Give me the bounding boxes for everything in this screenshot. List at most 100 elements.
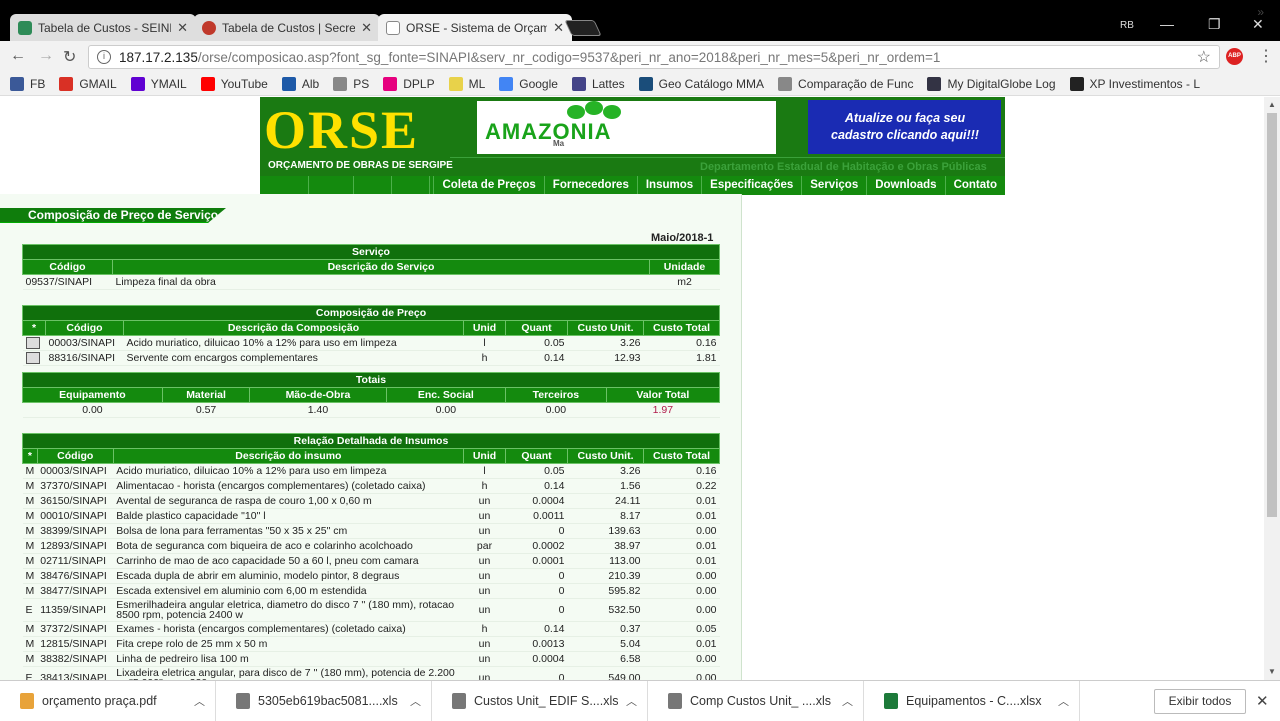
row-codigo[interactable]: 38476/SINAPI [37, 568, 114, 584]
row-codigo[interactable]: 38382/SINAPI [37, 651, 114, 667]
minimize-icon[interactable]: — [1160, 16, 1174, 32]
row-descricao: Fita crepe rolo de 25 mm x 50 m [113, 636, 464, 652]
row-codigo[interactable]: 00003/SINAPI [37, 463, 114, 479]
row-custo-total: 0.16 [643, 463, 720, 479]
scroll-down-icon[interactable]: ▼ [1268, 667, 1276, 676]
chevron-up-icon[interactable]: ︿ [1058, 693, 1069, 709]
close-downloads-icon[interactable]: ✕ [1256, 692, 1269, 710]
row-codigo[interactable]: 02711/SINAPI [37, 553, 114, 569]
row-codigo[interactable]: 88316/SINAPI [45, 350, 124, 367]
profile-label[interactable]: RB [1120, 20, 1134, 31]
chevron-up-icon[interactable]: ︿ [194, 693, 205, 709]
bookmark-item[interactable]: XP Investimentos - L [1069, 76, 1200, 91]
bookmark-item[interactable]: Lattes [571, 76, 625, 91]
table-row[interactable]: M 38382/SINAPI Linha de pedreiro lisa 100 … [22, 651, 720, 667]
table-row[interactable]: 88316/SINAPI Servente com encargos comple… [22, 350, 720, 367]
row-codigo[interactable]: 36150/SINAPI [37, 493, 114, 509]
adblock-extension-icon[interactable]: ABP [1226, 48, 1243, 65]
download-item[interactable]: Comp Custos Unit_ ....xls ︿ [648, 680, 864, 721]
chevron-up-icon[interactable]: ︿ [626, 693, 637, 709]
close-icon[interactable]: ✕ [177, 20, 188, 36]
browser-menu-icon[interactable]: ⋮ [1258, 46, 1274, 66]
tab-seinfra[interactable]: Tabela de Custos - SEINFR ✕ [10, 14, 196, 41]
table-row[interactable]: E 11359/SINAPI Esmerilhadeira angular elet… [22, 598, 720, 622]
menu-downloads[interactable]: Downloads [866, 176, 944, 195]
chevron-up-icon[interactable]: ︿ [410, 693, 421, 709]
new-tab-button[interactable] [564, 20, 602, 36]
maximize-icon[interactable]: ❐ [1208, 16, 1221, 33]
reload-icon[interactable]: ↻ [63, 47, 76, 67]
row-codigo[interactable]: 37372/SINAPI [37, 621, 114, 637]
table-row[interactable]: M 00003/SINAPI Acido muriatico, diluicao 1… [22, 463, 720, 479]
tab-orse[interactable]: ORSE - Sistema de Orçam ✕ [378, 14, 572, 41]
bookmark-star-icon[interactable]: ☆ [1197, 47, 1211, 67]
table-row[interactable]: E 38413/SINAPI Lixadeira eletrica angular,… [22, 666, 720, 680]
show-all-downloads-button[interactable]: Exibir todos [1154, 689, 1246, 714]
table-row[interactable]: M 38477/SINAPI Escada extensivel em alumin… [22, 583, 720, 599]
close-icon[interactable]: ✕ [553, 20, 564, 36]
row-codigo[interactable]: 38477/SINAPI [37, 583, 114, 599]
row-descricao: Servente com encargos complementares [123, 350, 464, 367]
col-header: Unid [463, 320, 506, 336]
bookmark-favicon-icon [200, 76, 215, 91]
close-icon[interactable]: ✕ [361, 20, 372, 36]
download-item[interactable]: 5305eb619bac5081....xls ︿ [216, 680, 432, 721]
row-codigo[interactable]: 38399/SINAPI [37, 523, 114, 539]
bookmark-item[interactable]: Google [499, 76, 558, 91]
bookmark-favicon-icon [281, 76, 296, 91]
table-row[interactable]: M 37372/SINAPI Exames - horista (encargos … [22, 621, 720, 637]
row-codigo[interactable]: 12893/SINAPI [37, 538, 114, 554]
address-bar[interactable]: i 187.17.2.135/orse/composicao.asp?font_… [88, 45, 1220, 69]
site-logo[interactable]: ORSE [264, 103, 419, 157]
bookmark-item[interactable]: YouTube [200, 76, 268, 91]
scrollbar-thumb[interactable] [1267, 113, 1277, 517]
tab-secretaria[interactable]: Tabela de Custos | Secretar ✕ [194, 14, 380, 41]
bookmark-item[interactable]: GMAIL [59, 76, 117, 91]
bookmark-item[interactable]: PS [333, 76, 369, 91]
download-item[interactable]: orçamento praça.pdf ︿ [0, 680, 216, 721]
download-item[interactable]: Equipamentos - C....xlsx ︿ [864, 680, 1080, 721]
menu-especificacoes[interactable]: Especificações [701, 176, 801, 195]
info-icon[interactable]: i [97, 50, 111, 64]
table-row[interactable]: 00003/SINAPI Acido muriatico, diluicao 10… [22, 335, 720, 352]
bookmark-item[interactable]: Geo Catálogo MMA [638, 76, 764, 91]
table-row[interactable]: M 38399/SINAPI Bolsa de lona para ferramen… [22, 523, 720, 539]
back-arrow-icon[interactable]: ← [10, 47, 26, 65]
vertical-scrollbar[interactable]: ▲ ▼ [1264, 97, 1280, 680]
row-codigo[interactable]: 00003/SINAPI [45, 335, 124, 352]
menu-insumos[interactable]: Insumos [636, 176, 701, 195]
forward-arrow-icon[interactable]: → [38, 47, 54, 65]
scroll-up-icon[interactable]: ▲ [1268, 100, 1276, 109]
col-header: Código [36, 448, 114, 464]
bookmark-item[interactable]: ML [448, 76, 485, 91]
row-codigo[interactable]: 37370/SINAPI [37, 478, 114, 494]
row-type-icon-cell [22, 350, 46, 367]
bookmarks-overflow-icon[interactable]: » [1257, 5, 1264, 19]
menu-fornecedores[interactable]: Fornecedores [543, 176, 637, 195]
cadastro-banner[interactable]: Atualize ou faça seu cadastro clicando a… [808, 100, 1001, 154]
row-codigo[interactable]: 11359/SINAPI [37, 598, 114, 622]
table-row[interactable]: M 00010/SINAPI Balde plastico capacidade "… [22, 508, 720, 524]
table-row[interactable]: M 37370/SINAPI Alimentacao - horista (enca… [22, 478, 720, 494]
chevron-up-icon[interactable]: ︿ [842, 693, 853, 709]
bookmark-item[interactable]: Comparação de Func [778, 76, 913, 91]
table-row[interactable]: M 36150/SINAPI Avental de seguranca de ras… [22, 493, 720, 509]
bookmark-item[interactable]: Alb [281, 76, 319, 91]
menu-coleta-de-precos[interactable]: Coleta de Preços [433, 176, 543, 195]
menu-servicos[interactable]: Serviços [801, 176, 866, 195]
bookmark-item[interactable]: DPLP [383, 76, 435, 91]
menu-contato[interactable]: Contato [944, 176, 1005, 195]
download-item[interactable]: Custos Unit_ EDIF S....xls ︿ [432, 680, 648, 721]
table-row[interactable]: M 12815/SINAPI Fita crepe rolo de 25 mm x … [22, 636, 720, 652]
row-codigo[interactable]: 12815/SINAPI [37, 636, 114, 652]
table-row[interactable]: M 38476/SINAPI Escada dupla de abrir em al… [22, 568, 720, 584]
row-codigo[interactable]: 38413/SINAPI [37, 666, 114, 680]
bookmark-favicon-icon [1069, 76, 1084, 91]
table-row[interactable]: M 02711/SINAPI Carrinho de mao de aco capa… [22, 553, 720, 569]
table-row[interactable]: M 12893/SINAPI Bota de seguranca com bique… [22, 538, 720, 554]
bookmark-item[interactable]: My DigitalGlobe Log [927, 76, 1056, 91]
bookmark-item[interactable]: YMAIL [130, 76, 187, 91]
amazonia-banner[interactable]: AMAZONIA Ma [477, 101, 776, 154]
row-codigo[interactable]: 00010/SINAPI [37, 508, 114, 524]
bookmark-item[interactable]: FB [10, 76, 45, 91]
